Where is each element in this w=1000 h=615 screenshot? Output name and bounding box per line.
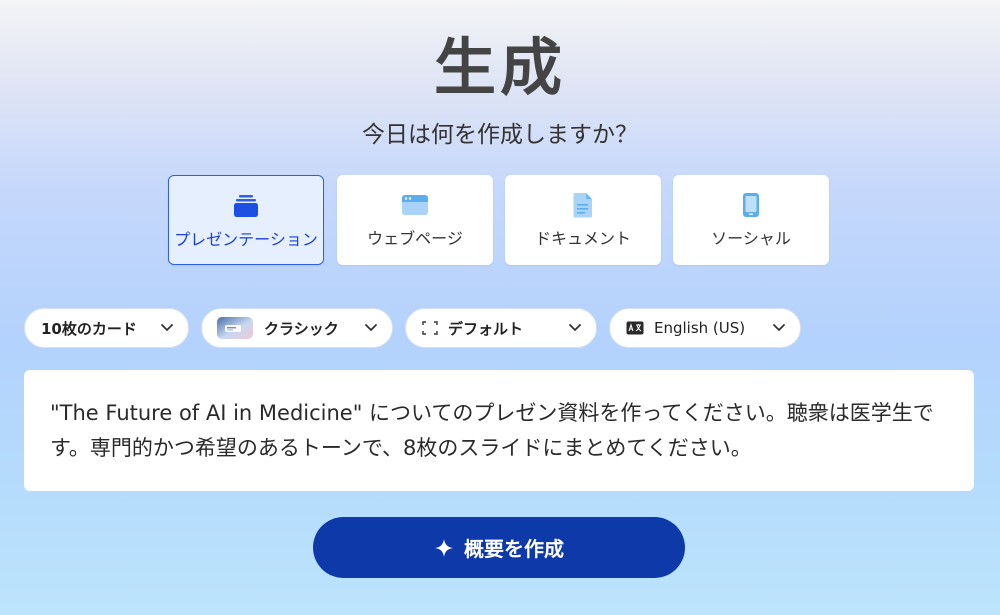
language-dropdown[interactable]: English (US) bbox=[609, 308, 801, 348]
layout-label: デフォルト bbox=[448, 319, 524, 338]
chevron-down-icon bbox=[568, 323, 582, 333]
language-icon bbox=[626, 321, 644, 335]
generate-outline-button[interactable]: 概要を作成 bbox=[313, 517, 685, 578]
chevron-down-icon bbox=[364, 323, 378, 333]
sparkle-icon bbox=[434, 538, 454, 558]
theme-dropdown[interactable]: クラシック bbox=[201, 308, 393, 348]
page-title: 生成 bbox=[433, 31, 566, 104]
type-card-label: ソーシャル bbox=[711, 229, 791, 248]
card-count-dropdown[interactable]: 10枚のカード bbox=[24, 308, 189, 348]
type-card-label: ウェブページ bbox=[367, 229, 463, 248]
theme-thumbnail-icon bbox=[216, 316, 254, 340]
webpage-icon bbox=[401, 192, 429, 218]
aspect-ratio-icon bbox=[422, 321, 438, 335]
type-card-label: プレゼンテーション bbox=[174, 230, 318, 249]
type-card-webpage[interactable]: ウェブページ bbox=[337, 175, 493, 265]
presentation-icon bbox=[233, 193, 259, 219]
theme-label: クラシック bbox=[264, 319, 339, 338]
language-label: English (US) bbox=[654, 319, 746, 337]
type-card-document[interactable]: ドキュメント bbox=[505, 175, 661, 265]
mobile-icon bbox=[742, 192, 760, 218]
chevron-down-icon bbox=[772, 323, 786, 333]
type-card-social[interactable]: ソーシャル bbox=[673, 175, 829, 265]
generate-button-label: 概要を作成 bbox=[464, 537, 564, 561]
chevron-down-icon bbox=[160, 323, 174, 333]
type-card-presentation[interactable]: プレゼンテーション bbox=[168, 175, 324, 265]
card-count-label: 10枚のカード bbox=[41, 319, 137, 338]
layout-dropdown[interactable]: デフォルト bbox=[405, 308, 597, 348]
type-card-label: ドキュメント bbox=[534, 229, 631, 248]
document-icon bbox=[572, 192, 594, 218]
prompt-text: "The Future of AI in Medicine" についてのプレゼン… bbox=[50, 401, 934, 460]
page-subtitle: 今日は何を作成しますか？ bbox=[362, 122, 638, 148]
prompt-input[interactable]: "The Future of AI in Medicine" についてのプレゼン… bbox=[24, 370, 974, 491]
